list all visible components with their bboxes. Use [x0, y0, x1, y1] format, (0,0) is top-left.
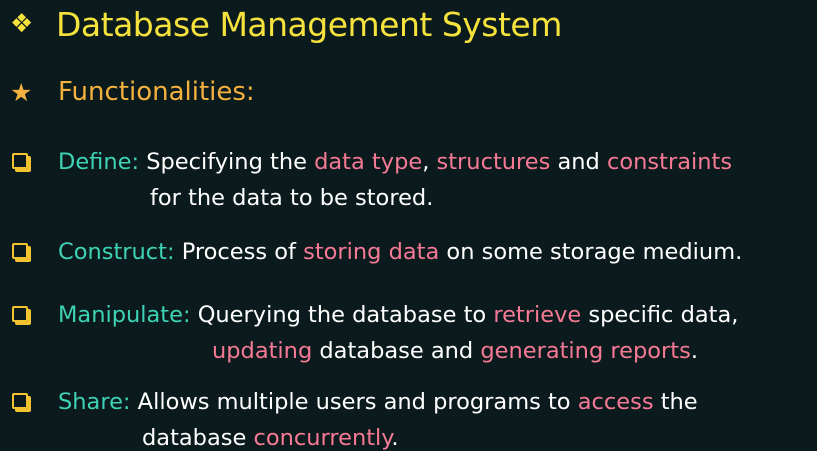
highlight-text: structures [436, 149, 551, 175]
item-text: on some storage medium. [439, 239, 743, 265]
highlight-text: concurrently [253, 425, 392, 451]
item-label: Share: [58, 389, 131, 415]
checkbox-bullet-icon [12, 393, 28, 409]
highlight-text: access [577, 389, 654, 415]
item-label: Construct: [58, 239, 175, 265]
item-text: Process of [181, 239, 304, 265]
item-line: database concurrently. [12, 420, 698, 451]
list-item-construct: Construct: Process of storing data on so… [12, 234, 742, 270]
item-label: Manipulate: [58, 302, 191, 328]
item-text: the [653, 389, 698, 415]
item-text: Querying the database to [197, 302, 494, 328]
item-text: , [422, 149, 437, 175]
highlight-text: storing data [303, 239, 440, 265]
item-text: . [690, 338, 698, 364]
item-text: . [391, 425, 399, 451]
item-text: and [550, 149, 607, 175]
list-item-manipulate: Manipulate: Querying the database to ret… [12, 297, 738, 369]
section-heading: Functionalities: [58, 77, 255, 107]
item-line: Share: Allows multiple users and program… [12, 384, 698, 420]
highlight-text: retrieve [493, 302, 582, 328]
item-line: Define: Specifying the data type, struct… [12, 144, 732, 180]
item-line: updating database and generating reports… [12, 333, 738, 369]
diamond-bullet-icon: ❖ [10, 9, 34, 39]
list-item-define: Define: Specifying the data type, struct… [12, 144, 732, 216]
slide: ❖ Database Management System ★ Functiona… [0, 0, 817, 451]
item-text: specific data, [581, 302, 739, 328]
item-line: Manipulate: Querying the database to ret… [12, 297, 738, 333]
checkbox-bullet-icon [12, 243, 28, 259]
highlight-text: updating [212, 338, 313, 364]
title-row: ❖ Database Management System [10, 2, 562, 46]
highlight-text: data type [314, 149, 423, 175]
item-line: Construct: Process of storing data on so… [12, 234, 742, 270]
item-text: Specifying the [146, 149, 315, 175]
item-label: Define: [58, 149, 140, 175]
item-text: database [142, 425, 254, 451]
item-text: for the data to be stored. [150, 185, 434, 211]
highlight-text: constraints [607, 149, 733, 175]
item-text: Allows multiple users and programs to [137, 389, 578, 415]
highlight-text: generating reports [480, 338, 691, 364]
star-icon: ★ [10, 77, 33, 107]
subtitle-row: ★ Functionalities: [10, 74, 255, 110]
page-title: Database Management System [56, 4, 562, 44]
item-text: database and [312, 338, 481, 364]
checkbox-bullet-icon [12, 306, 28, 322]
list-item-share: Share: Allows multiple users and program… [12, 384, 698, 451]
checkbox-bullet-icon [12, 153, 28, 169]
